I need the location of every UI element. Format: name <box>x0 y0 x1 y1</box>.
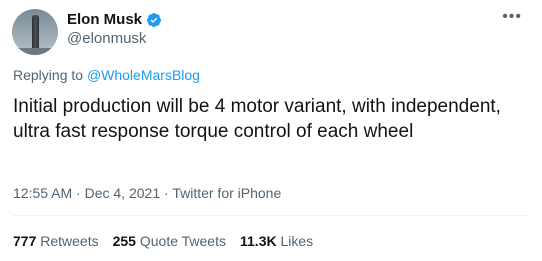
tweet-date[interactable]: Dec 4, 2021 <box>85 185 161 201</box>
likes-stat[interactable]: 11.3K Likes <box>240 233 313 249</box>
reply-context: Replying to @WholeMarsBlog <box>13 67 200 83</box>
divider <box>13 215 528 216</box>
tweet-meta: 12:55 AM · Dec 4, 2021 · Twitter for iPh… <box>13 185 281 201</box>
retweets-count: 777 <box>13 233 37 249</box>
retweets-stat[interactable]: 777 Retweets <box>13 233 99 249</box>
likes-count: 11.3K <box>240 233 277 249</box>
likes-label: Likes <box>280 233 314 249</box>
quote-tweets-stat[interactable]: 255 Quote Tweets <box>113 233 226 249</box>
author-name-row: Elon Musk <box>67 11 162 28</box>
tweet-text: Initial production will be 4 motor varia… <box>13 96 501 142</box>
verified-badge-icon <box>146 12 162 28</box>
quote-tweets-count: 255 <box>112 233 136 249</box>
avatar-rocket-image <box>32 15 39 51</box>
tweet-time[interactable]: 12:55 AM <box>13 185 72 201</box>
reply-mention-link[interactable]: @WholeMarsBlog <box>87 67 200 83</box>
retweets-label: Retweets <box>40 233 99 249</box>
tweet-source[interactable]: Twitter for iPhone <box>172 185 281 201</box>
author-handle[interactable]: @elonmusk <box>67 30 146 47</box>
author-display-name[interactable]: Elon Musk <box>67 11 142 28</box>
meta-separator-2: · <box>164 185 169 201</box>
tweet-stats: 777 Retweets 255 Quote Tweets 11.3K Like… <box>13 233 313 249</box>
more-horizontal-icon[interactable]: ••• <box>502 9 522 25</box>
avatar[interactable] <box>12 9 58 55</box>
tweet-card: Elon Musk @elonmusk ••• Replying to @Who… <box>0 0 542 261</box>
reply-context-prefix: Replying to <box>13 67 84 83</box>
meta-separator: · <box>76 185 81 201</box>
quote-tweets-label: Quote Tweets <box>139 233 226 249</box>
avatar-ground-image <box>12 48 58 55</box>
